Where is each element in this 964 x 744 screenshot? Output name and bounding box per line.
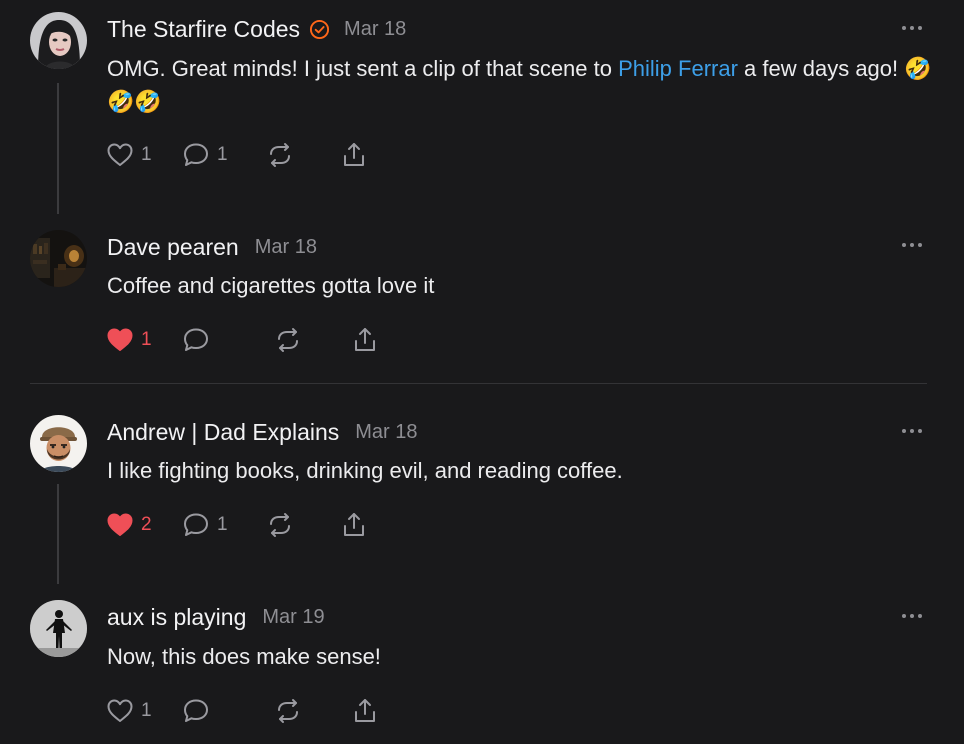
comment-date[interactable]: Mar 18 <box>344 18 406 41</box>
like-count: 1 <box>141 700 152 721</box>
reply-button[interactable]: 1 <box>181 510 229 540</box>
avatar[interactable] <box>30 415 87 472</box>
heart-filled-icon <box>107 328 133 351</box>
restack-button[interactable] <box>273 696 303 726</box>
comment-actions: 1 1 <box>105 138 369 172</box>
comment-actions: 1 <box>105 694 380 728</box>
share-button[interactable] <box>339 140 369 170</box>
comment-actions: 2 1 <box>105 508 369 542</box>
mention-link[interactable]: Philip Ferrar <box>618 56 738 81</box>
verified-badge-icon <box>309 19 330 39</box>
comment-header: The Starfire Codes Mar 18 <box>107 14 406 44</box>
more-options-icon[interactable] <box>902 426 922 436</box>
author-name[interactable]: The Starfire Codes <box>107 16 300 43</box>
like-count: 1 <box>141 144 152 165</box>
comment-text: Coffee and cigarettes gotta love it <box>107 273 435 298</box>
restack-button[interactable] <box>273 325 303 355</box>
comment-text: OMG. Great minds! I just sent a clip of … <box>107 52 937 118</box>
more-options-icon[interactable] <box>902 23 922 33</box>
share-icon <box>344 143 364 166</box>
like-count: 1 <box>141 329 152 350</box>
avatar[interactable] <box>30 230 87 287</box>
thread-connector <box>57 484 59 584</box>
like-button[interactable]: 1 <box>105 325 153 355</box>
like-button[interactable]: 1 <box>105 696 153 726</box>
thread-connector <box>57 83 59 214</box>
author-name[interactable]: Dave pearen <box>107 234 239 261</box>
comment-date[interactable]: Mar 18 <box>355 421 417 444</box>
comment-actions: 1 <box>105 323 380 357</box>
reply-button[interactable]: 1 <box>181 140 229 170</box>
reply-count: 1 <box>217 514 228 535</box>
comment-date[interactable]: Mar 18 <box>255 236 317 259</box>
share-button[interactable] <box>350 325 380 355</box>
avatar[interactable] <box>30 12 87 69</box>
more-options-icon[interactable] <box>902 240 922 250</box>
reply-button[interactable] <box>181 696 229 726</box>
restack-icon <box>270 143 290 167</box>
comment-bubble-icon <box>184 328 208 351</box>
heart-outline-icon <box>107 143 133 166</box>
author-name[interactable]: Andrew | Dad Explains <box>107 419 339 446</box>
thread-divider <box>30 383 927 384</box>
heart-filled-icon <box>107 513 133 536</box>
comment-bubble-icon <box>184 513 208 536</box>
comment-bubble-icon <box>184 699 208 722</box>
comment-text: Now, this does make sense! <box>107 644 381 669</box>
comment-bubble-icon <box>184 143 208 166</box>
comment-header: aux is playing Mar 19 <box>107 602 325 632</box>
share-icon <box>355 328 375 351</box>
avatar[interactable] <box>30 600 87 657</box>
like-button[interactable]: 2 <box>105 510 153 540</box>
like-count: 2 <box>141 514 152 535</box>
share-icon <box>344 513 364 536</box>
heart-outline-icon <box>107 699 133 722</box>
restack-button[interactable] <box>265 140 295 170</box>
more-options-icon[interactable] <box>902 611 922 621</box>
reply-button[interactable] <box>181 325 229 355</box>
author-name[interactable]: aux is playing <box>107 604 246 631</box>
comment-header: Andrew | Dad Explains Mar 18 <box>107 417 418 447</box>
bearded-man-cartoon-avatar <box>30 415 87 472</box>
silhouette-figure-avatar <box>30 600 87 657</box>
comment-text: I like fighting books, drinking evil, an… <box>107 458 623 483</box>
share-button[interactable] <box>339 510 369 540</box>
comment-header: Dave pearen Mar 18 <box>107 232 317 262</box>
comment-text-part: OMG. Great minds! I just sent a clip of … <box>107 56 619 81</box>
comment-thread: The Starfire Codes Mar 18 OMG. Great min… <box>0 0 964 744</box>
like-button[interactable]: 1 <box>105 140 153 170</box>
dark-interior-avatar <box>30 230 87 287</box>
woman-portrait-avatar <box>30 12 87 69</box>
restack-icon <box>278 328 298 352</box>
reply-count: 1 <box>217 144 228 165</box>
restack-button[interactable] <box>265 510 295 540</box>
comment-date[interactable]: Mar 19 <box>262 606 324 629</box>
restack-icon <box>270 513 290 537</box>
restack-icon <box>278 699 298 723</box>
share-icon <box>355 699 375 722</box>
share-button[interactable] <box>350 696 380 726</box>
